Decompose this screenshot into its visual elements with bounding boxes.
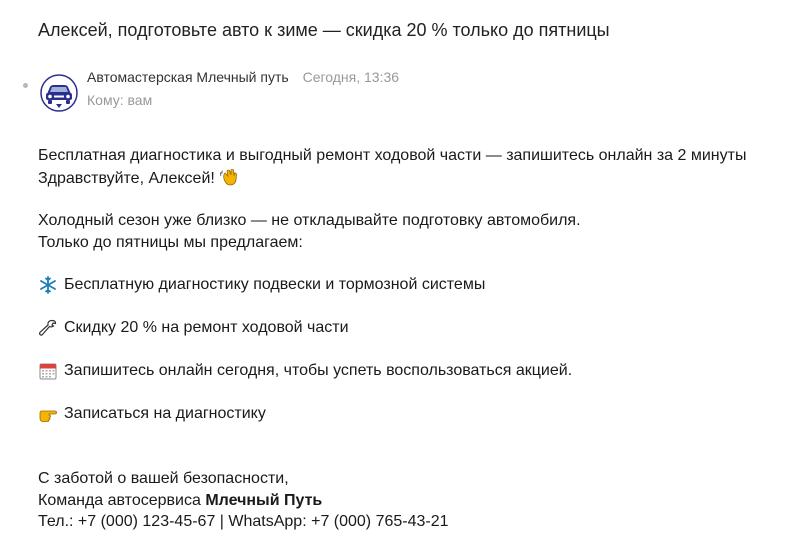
- offer-text-diagnostics: Бесплатную диагностику подвески и тормоз…: [64, 276, 486, 294]
- signature-team-prefix: Команда автосервиса: [38, 491, 206, 509]
- signature-line-2: Команда автосервиса Млечный Путь: [38, 490, 746, 512]
- car-logo-icon: [40, 74, 78, 112]
- wrench-icon: [38, 319, 57, 336]
- offer-item-discount: Скидку 20 % на ремонт ходовой части: [38, 317, 746, 339]
- snowflake-icon: [38, 275, 58, 295]
- cta-diagnostics-link[interactable]: Записаться на диагностику: [64, 403, 266, 425]
- pointing-hand-icon: [39, 410, 57, 422]
- unread-indicator: [23, 83, 28, 88]
- message-date: Сегодня, 13:36: [302, 69, 400, 85]
- email-subject: Алексей, подготовьте авто к зиме — скидк…: [38, 20, 610, 40]
- calendar-icon: [39, 363, 57, 380]
- sender-name[interactable]: Автомастерская Млечный путь: [87, 69, 289, 85]
- intro-line-2: Только до пятницы мы предлагаем:: [38, 233, 303, 251]
- sender-avatar[interactable]: [40, 74, 78, 112]
- sender-line: Автомастерская Млечный путь Сегодня, 13:…: [87, 69, 399, 85]
- signature-brand: Млечный Путь: [205, 491, 323, 509]
- body-greeting: Здравствуйте, Алексей!: [38, 167, 746, 190]
- signature-contacts: Тел.: +7 (000) 123-45-67 | WhatsApp: +7 …: [38, 513, 449, 530]
- body-headline: Бесплатная диагностика и выгодный ремонт…: [38, 147, 747, 164]
- offer-item-diagnostics: Бесплатную диагностику подвески и тормоз…: [38, 274, 746, 296]
- offer-text-discount: Скидку 20 % на ремонт ходовой части: [64, 319, 349, 337]
- offer-text-signup: Запишитесь онлайн сегодня, чтобы успеть …: [64, 362, 573, 380]
- offer-item-signup: Запишитесь онлайн сегодня, чтобы успеть …: [38, 360, 746, 382]
- intro-line-1: Холодный сезон уже близко — не откладыва…: [38, 212, 581, 229]
- cta-diagnostics[interactable]: Записаться на диагностику: [38, 403, 746, 425]
- recipient-line[interactable]: Кому: вам: [87, 92, 152, 108]
- waving-hand-icon: [219, 168, 237, 185]
- email-body: Бесплатная диагностика и выгодный ремонт…: [38, 145, 746, 533]
- signature-line-1: С заботой о вашей безопасности,: [38, 470, 289, 487]
- greeting-text: Здравствуйте, Алексей!: [38, 169, 215, 187]
